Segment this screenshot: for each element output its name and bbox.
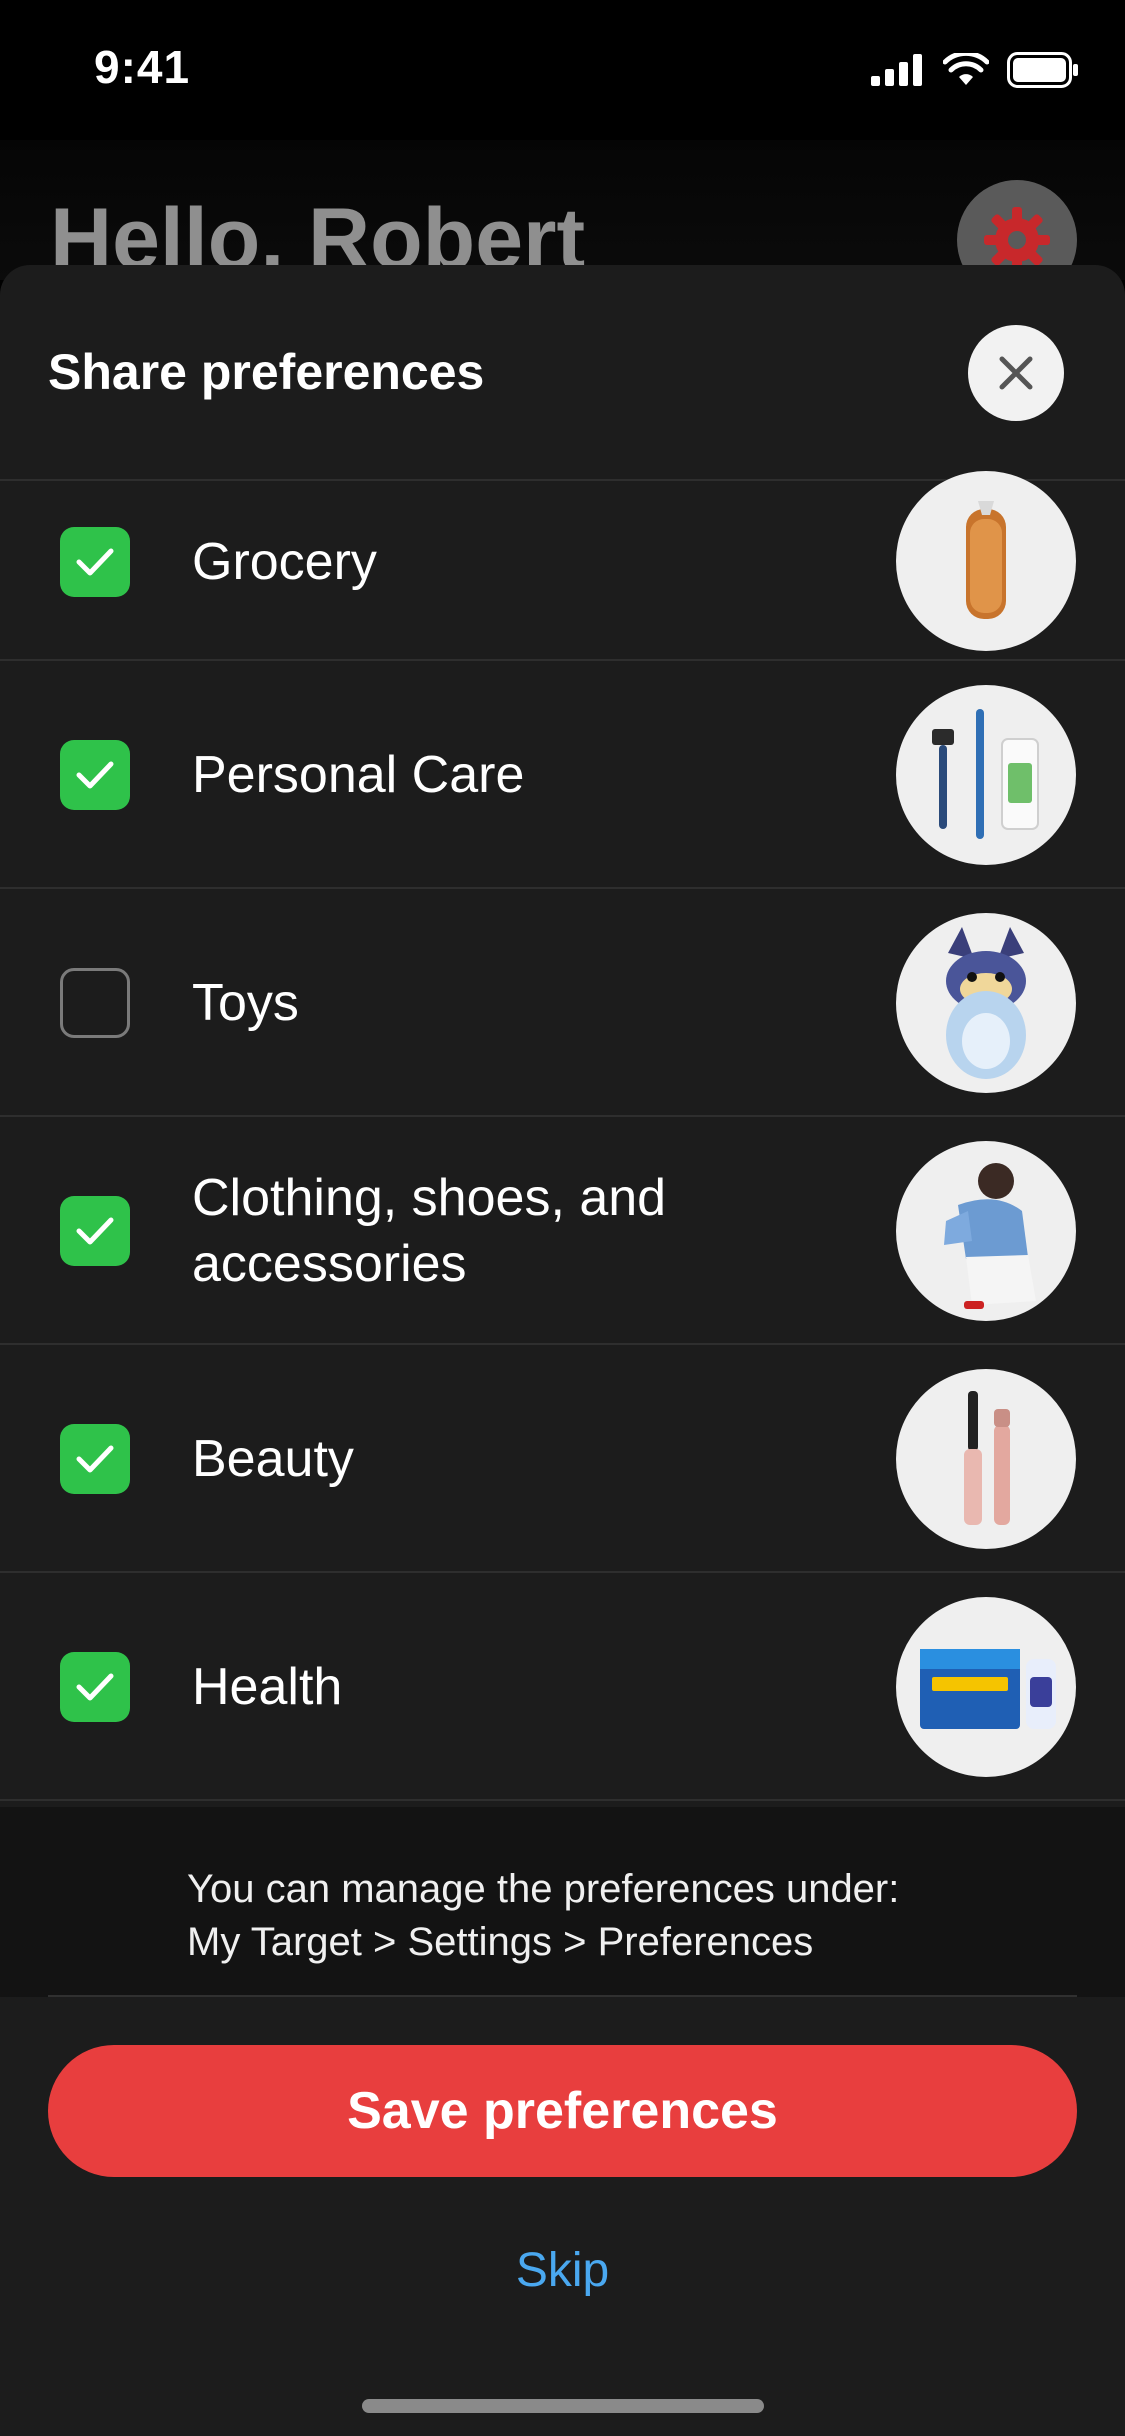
preference-label: Grocery bbox=[192, 533, 377, 591]
preference-label: Health bbox=[192, 1658, 343, 1716]
plush-toy-image bbox=[896, 913, 1076, 1093]
preference-label: Personal Care bbox=[192, 746, 525, 804]
share-preferences-sheet: Share preferences Grocery Personal Care … bbox=[0, 265, 1125, 2436]
info-line-2: My Target > Settings > Preferences bbox=[187, 1920, 814, 1964]
preferences-list: Grocery Personal Care Toys Clothing, sho… bbox=[0, 471, 1125, 1801]
sheet-title: Share preferences bbox=[48, 344, 485, 400]
info-area: You can manage the preferences under: My… bbox=[0, 1807, 1125, 1997]
checkmark-icon bbox=[76, 1217, 114, 1245]
sheet-header: Share preferences bbox=[0, 265, 1125, 481]
wifi-icon bbox=[943, 53, 989, 85]
home-indicator bbox=[362, 2399, 764, 2413]
tampax-box-image bbox=[896, 1597, 1076, 1777]
personal-care-checkbox[interactable] bbox=[60, 740, 130, 810]
checkmark-icon bbox=[76, 761, 114, 789]
toys-checkbox[interactable] bbox=[60, 968, 130, 1038]
status-bar: 9:41 bbox=[0, 0, 1125, 140]
checkmark-icon bbox=[76, 1445, 114, 1473]
preference-label: Clothing, shoes, and accessories bbox=[192, 1169, 667, 1293]
health-checkbox[interactable] bbox=[60, 1652, 130, 1722]
preference-label: Toys bbox=[192, 974, 299, 1032]
beauty-checkbox[interactable] bbox=[60, 1424, 130, 1494]
preference-item-beauty[interactable]: Beauty bbox=[0, 1345, 1125, 1573]
mascara-image bbox=[896, 1369, 1076, 1549]
skip-link[interactable]: Skip bbox=[0, 2243, 1125, 2298]
bread-image bbox=[896, 471, 1076, 651]
preference-item-personal-care[interactable]: Personal Care bbox=[0, 661, 1125, 889]
personal-care-products-image bbox=[896, 685, 1076, 865]
preference-item-grocery[interactable]: Grocery bbox=[0, 471, 1125, 661]
close-button[interactable] bbox=[968, 325, 1064, 421]
save-preferences-button[interactable]: Save preferences bbox=[48, 2045, 1077, 2177]
checkmark-icon bbox=[76, 1673, 114, 1701]
preference-item-health[interactable]: Health bbox=[0, 1573, 1125, 1801]
preference-item-clothing[interactable]: Clothing, shoes, and accessories bbox=[0, 1117, 1125, 1345]
close-icon bbox=[999, 356, 1033, 390]
status-time: 9:41 bbox=[94, 41, 191, 93]
preference-item-toys[interactable]: Toys bbox=[0, 889, 1125, 1117]
status-icons bbox=[871, 52, 1079, 88]
divider bbox=[48, 1995, 1077, 1997]
checkmark-icon bbox=[76, 548, 114, 576]
preference-label: Beauty bbox=[192, 1430, 354, 1488]
battery-icon bbox=[1007, 52, 1078, 88]
clothing-checkbox[interactable] bbox=[60, 1196, 130, 1266]
info-line-1: You can manage the preferences under: bbox=[187, 1867, 900, 1911]
fashion-model-image bbox=[896, 1141, 1076, 1321]
info-text: You can manage the preferences under: My… bbox=[187, 1863, 899, 1969]
grocery-checkbox[interactable] bbox=[60, 527, 130, 597]
cellular-signal-icon bbox=[871, 54, 922, 86]
